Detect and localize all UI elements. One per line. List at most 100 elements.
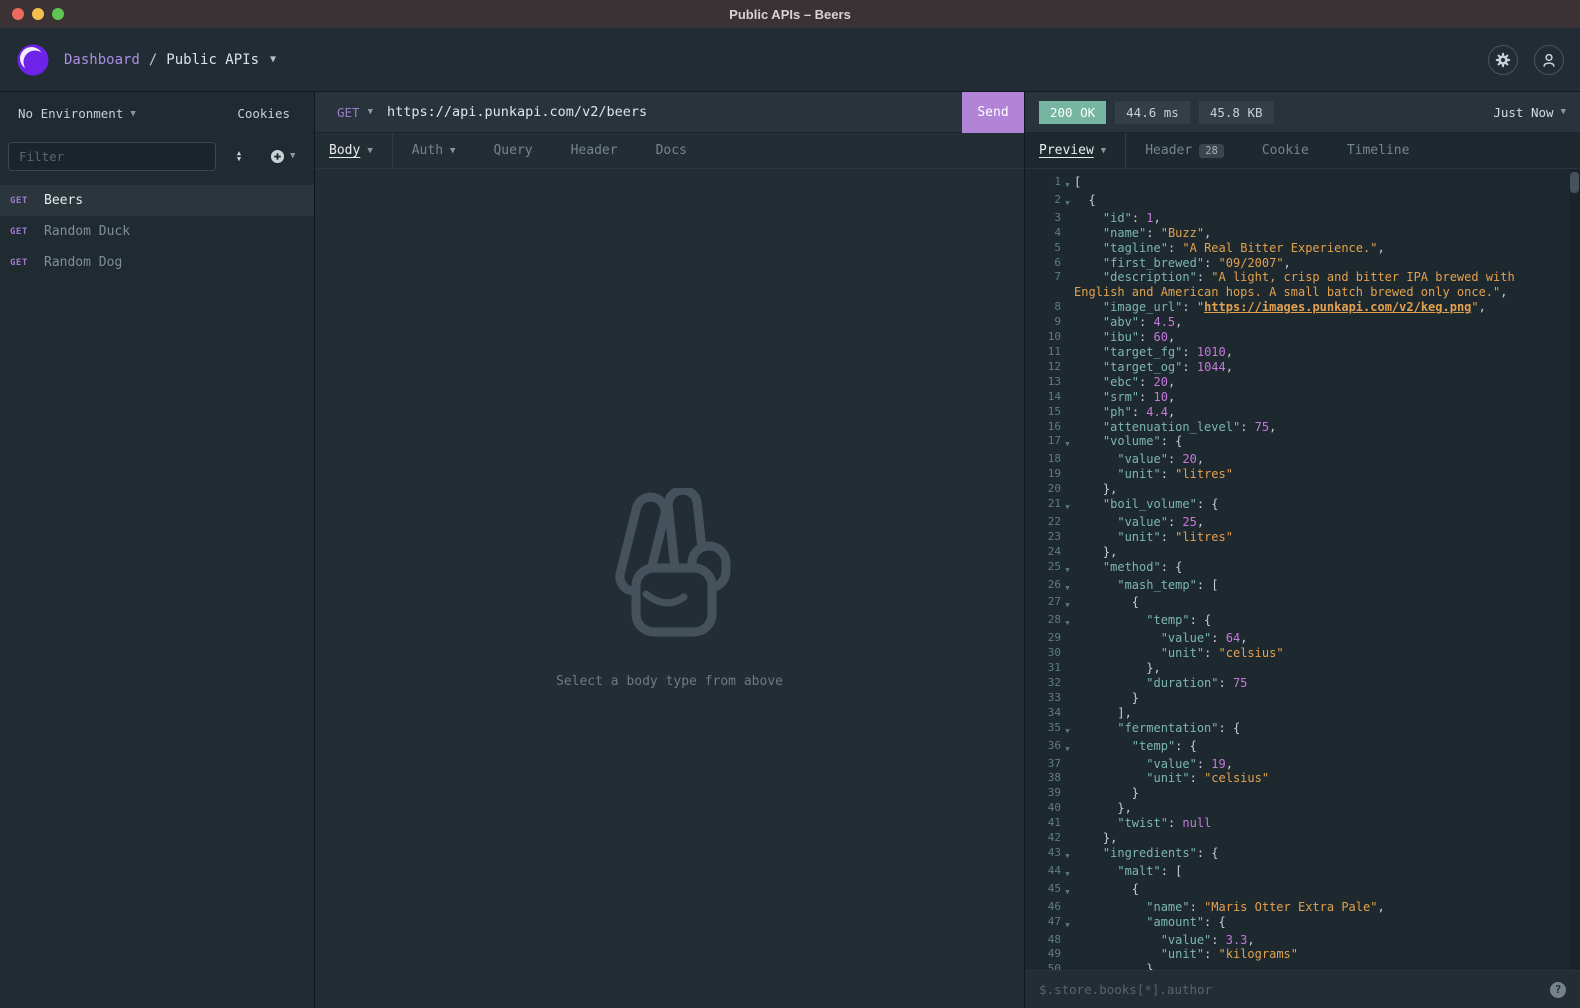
account-button[interactable] (1534, 45, 1564, 75)
scrollbar-thumb[interactable] (1570, 172, 1579, 193)
fold-toggle-icon[interactable]: ▼ (1061, 882, 1074, 900)
fold-toggle-icon[interactable]: ▼ (1061, 739, 1074, 757)
request-tab-auth[interactable]: Auth▼ (393, 133, 475, 168)
sidebar-request-random-duck[interactable]: GETRandom Duck (0, 216, 314, 247)
json-token (1074, 405, 1103, 419)
breadcrumb-workspace[interactable]: Public APIs (166, 52, 259, 68)
code-text: "temp": { (1074, 613, 1580, 631)
line-number: 27 (1025, 595, 1061, 613)
fold-spacer (1061, 482, 1074, 497)
sort-requests-icon[interactable]: ▲▼ (226, 150, 252, 162)
json-token: : (1204, 947, 1218, 961)
json-token: 3.3 (1226, 933, 1248, 947)
fold-spacer (1061, 360, 1074, 375)
json-token: : { (1190, 613, 1212, 627)
request-tab-header[interactable]: Header (552, 133, 637, 168)
fold-toggle-icon[interactable]: ▼ (1061, 434, 1074, 452)
json-token: : { (1175, 739, 1197, 753)
filter-help-icon[interactable]: ? (1550, 982, 1566, 998)
close-window-button[interactable] (12, 8, 24, 20)
fold-toggle-icon[interactable]: ▼ (1061, 497, 1074, 515)
line-number: 50 (1025, 962, 1061, 970)
code-text: "fermentation": { (1074, 721, 1580, 739)
create-request-button[interactable]: ▼ (270, 149, 295, 164)
response-filter-input[interactable] (1039, 982, 1540, 997)
code-line: 29 "value": 64, (1025, 631, 1580, 646)
response-tab-timeline[interactable]: Timeline (1328, 133, 1429, 168)
json-token: "mash_temp" (1117, 578, 1196, 592)
fold-toggle-icon[interactable]: ▼ (1061, 578, 1074, 596)
zoom-window-button[interactable] (52, 8, 64, 20)
response-tab-header[interactable]: Header28 (1126, 133, 1243, 168)
line-number: 4 (1025, 226, 1061, 241)
json-token: : { (1219, 721, 1241, 735)
json-token (1074, 676, 1146, 690)
fold-toggle-icon[interactable]: ▼ (1061, 175, 1074, 193)
scrollbar-track[interactable] (1569, 169, 1580, 970)
json-token: , (1197, 515, 1204, 529)
code-text: "duration": 75 (1074, 676, 1580, 691)
code-text: { (1074, 595, 1580, 613)
json-link[interactable]: https://images.punkapi.com/v2/keg.png (1204, 300, 1471, 314)
json-token: "temp" (1146, 613, 1189, 627)
line-number: 18 (1025, 452, 1061, 467)
settings-button[interactable] (1488, 45, 1518, 75)
send-button[interactable]: Send (962, 92, 1024, 133)
environment-selector[interactable]: No Environment ▼ (18, 106, 136, 121)
fold-toggle-icon[interactable]: ▼ (1061, 915, 1074, 933)
minimize-window-button[interactable] (32, 8, 44, 20)
line-number: 23 (1025, 530, 1061, 545)
sidebar-request-random-dog[interactable]: GETRandom Dog (0, 247, 314, 278)
json-token: : { (1161, 560, 1183, 574)
json-token: : (1204, 256, 1218, 270)
fold-spacer (1061, 801, 1074, 816)
code-text: "ebc": 20, (1074, 375, 1580, 390)
response-history-selector[interactable]: Just Now ▼ (1493, 105, 1566, 120)
url-input[interactable] (387, 104, 962, 120)
tab-label: Body (329, 143, 360, 158)
fold-toggle-icon[interactable]: ▼ (1061, 193, 1074, 211)
line-number: 13 (1025, 375, 1061, 390)
workspace-dropdown-caret-icon[interactable]: ▼ (270, 54, 276, 65)
request-name-label: Random Duck (44, 224, 130, 239)
method-selector[interactable]: GET ▼ (315, 105, 387, 120)
response-tab-cookie[interactable]: Cookie (1243, 133, 1328, 168)
breadcrumb-dashboard-link[interactable]: Dashboard (64, 52, 140, 68)
json-token: "image_url" (1103, 300, 1182, 314)
fold-spacer (1061, 270, 1074, 300)
json-token: "boil_volume" (1103, 497, 1197, 511)
json-token: : (1211, 933, 1225, 947)
fold-spacer (1061, 345, 1074, 360)
json-token: : (1168, 816, 1182, 830)
fold-toggle-icon[interactable]: ▼ (1061, 721, 1074, 739)
fold-toggle-icon[interactable]: ▼ (1061, 560, 1074, 578)
sidebar-filter-input[interactable] (8, 142, 216, 171)
code-line: 32 "duration": 75 (1025, 676, 1580, 691)
json-token (1074, 816, 1117, 830)
line-number: 41 (1025, 816, 1061, 831)
request-tab-body[interactable]: Body▼ (315, 133, 393, 168)
fold-toggle-icon[interactable]: ▼ (1061, 864, 1074, 882)
line-number: 2 (1025, 193, 1061, 211)
code-text: "boil_volume": { (1074, 497, 1580, 515)
create-request-caret-icon: ▼ (290, 151, 295, 161)
json-token: , (1269, 420, 1276, 434)
fold-spacer (1061, 631, 1074, 646)
line-number: 12 (1025, 360, 1061, 375)
fold-toggle-icon[interactable]: ▼ (1061, 595, 1074, 613)
code-line: 13 "ebc": 20, (1025, 375, 1580, 390)
fold-toggle-icon[interactable]: ▼ (1061, 846, 1074, 864)
response-tab-preview[interactable]: Preview▼ (1025, 133, 1126, 168)
json-token (1074, 613, 1146, 627)
cookies-button[interactable]: Cookies (237, 106, 290, 121)
sidebar-request-beers[interactable]: GETBeers (0, 185, 314, 216)
code-line: 26▼ "mash_temp": [ (1025, 578, 1580, 596)
json-token: : (1168, 452, 1182, 466)
fold-toggle-icon[interactable]: ▼ (1061, 613, 1074, 631)
code-line: 45▼ { (1025, 882, 1580, 900)
insomnia-logo-icon[interactable] (16, 43, 50, 77)
tab-label: Docs (656, 143, 687, 158)
request-tab-docs[interactable]: Docs (637, 133, 706, 168)
code-text: "unit": "celsius" (1074, 771, 1580, 786)
request-tab-query[interactable]: Query (474, 133, 551, 168)
